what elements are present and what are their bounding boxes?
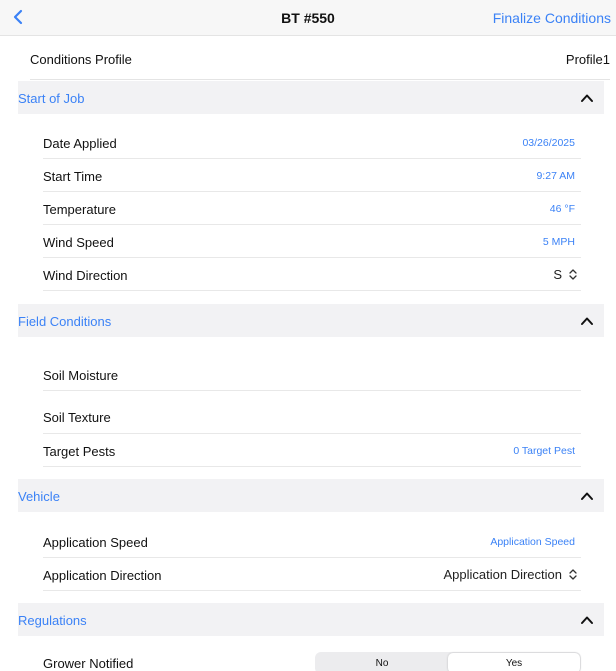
- soil-moisture-label: Soil Moisture: [43, 368, 119, 383]
- up-down-chevron-icon: [569, 569, 577, 580]
- navigation-bar: BT #550 Finalize Conditions: [0, 0, 616, 36]
- section-header-start-of-job[interactable]: Start of Job: [18, 81, 604, 114]
- temperature-label: Temperature: [43, 202, 116, 217]
- application-direction-value: Application Direction: [443, 567, 562, 582]
- date-applied-label: Date Applied: [43, 136, 117, 151]
- conditions-profile-value: Profile1: [565, 52, 610, 67]
- conditions-profile-label: Conditions Profile: [30, 52, 132, 67]
- grower-notified-option-yes[interactable]: Yes: [448, 653, 580, 671]
- application-direction-label: Application Direction: [43, 568, 162, 583]
- wind-direction-row[interactable]: Wind Direction S: [43, 258, 581, 291]
- soil-texture-label: Soil Texture: [43, 410, 111, 425]
- target-pests-value[interactable]: 0 Target Pest: [513, 445, 575, 457]
- application-speed-label: Application Speed: [43, 535, 148, 550]
- grower-notified-segmented-control[interactable]: No Yes: [315, 652, 581, 671]
- section-title: Field Conditions: [18, 314, 112, 329]
- wind-direction-label: Wind Direction: [43, 268, 128, 283]
- application-direction-row[interactable]: Application Direction Application Direct…: [43, 558, 581, 591]
- section-title: Start of Job: [18, 91, 85, 106]
- up-down-chevron-icon: [569, 269, 577, 280]
- application-direction-picker[interactable]: Application Direction: [443, 567, 578, 582]
- date-applied-row[interactable]: Date Applied 03/26/2025: [43, 126, 581, 159]
- chevron-up-icon: [581, 94, 593, 102]
- chevron-up-icon: [581, 616, 593, 624]
- target-pests-label: Target Pests: [43, 444, 116, 459]
- soil-moisture-row[interactable]: Soil Moisture: [43, 356, 581, 391]
- temperature-value[interactable]: 46 °F: [550, 203, 575, 215]
- temperature-row[interactable]: Temperature 46 °F: [43, 192, 581, 225]
- application-speed-row[interactable]: Application Speed Application Speed: [43, 525, 581, 558]
- start-time-value[interactable]: 9:27 AM: [536, 170, 575, 182]
- target-pests-row[interactable]: Target Pests 0 Target Pest: [43, 434, 581, 467]
- wind-speed-row[interactable]: Wind Speed 5 MPH: [43, 225, 581, 258]
- soil-texture-row[interactable]: Soil Texture: [43, 399, 581, 434]
- section-title: Vehicle: [18, 489, 60, 504]
- wind-direction-value: S: [553, 267, 562, 282]
- conditions-profile-row[interactable]: Conditions Profile Profile1: [30, 52, 610, 80]
- section-header-vehicle[interactable]: Vehicle: [18, 479, 604, 512]
- chevron-up-icon: [581, 317, 593, 325]
- chevron-up-icon: [581, 492, 593, 500]
- wind-direction-picker[interactable]: S: [553, 267, 578, 282]
- grower-notified-label: Grower Notified: [43, 656, 134, 671]
- grower-notified-option-no[interactable]: No: [316, 653, 448, 671]
- section-header-field-conditions[interactable]: Field Conditions: [18, 304, 604, 337]
- wind-speed-value[interactable]: 5 MPH: [543, 236, 575, 248]
- start-time-label: Start Time: [43, 169, 103, 184]
- start-time-row[interactable]: Start Time 9:27 AM: [43, 159, 581, 192]
- wind-speed-label: Wind Speed: [43, 235, 114, 250]
- section-header-regulations[interactable]: Regulations: [18, 603, 604, 636]
- section-title: Regulations: [18, 613, 87, 628]
- finalize-conditions-button[interactable]: Finalize Conditions: [493, 10, 611, 26]
- application-speed-input[interactable]: Application Speed: [490, 536, 575, 548]
- date-applied-value[interactable]: 03/26/2025: [522, 137, 575, 149]
